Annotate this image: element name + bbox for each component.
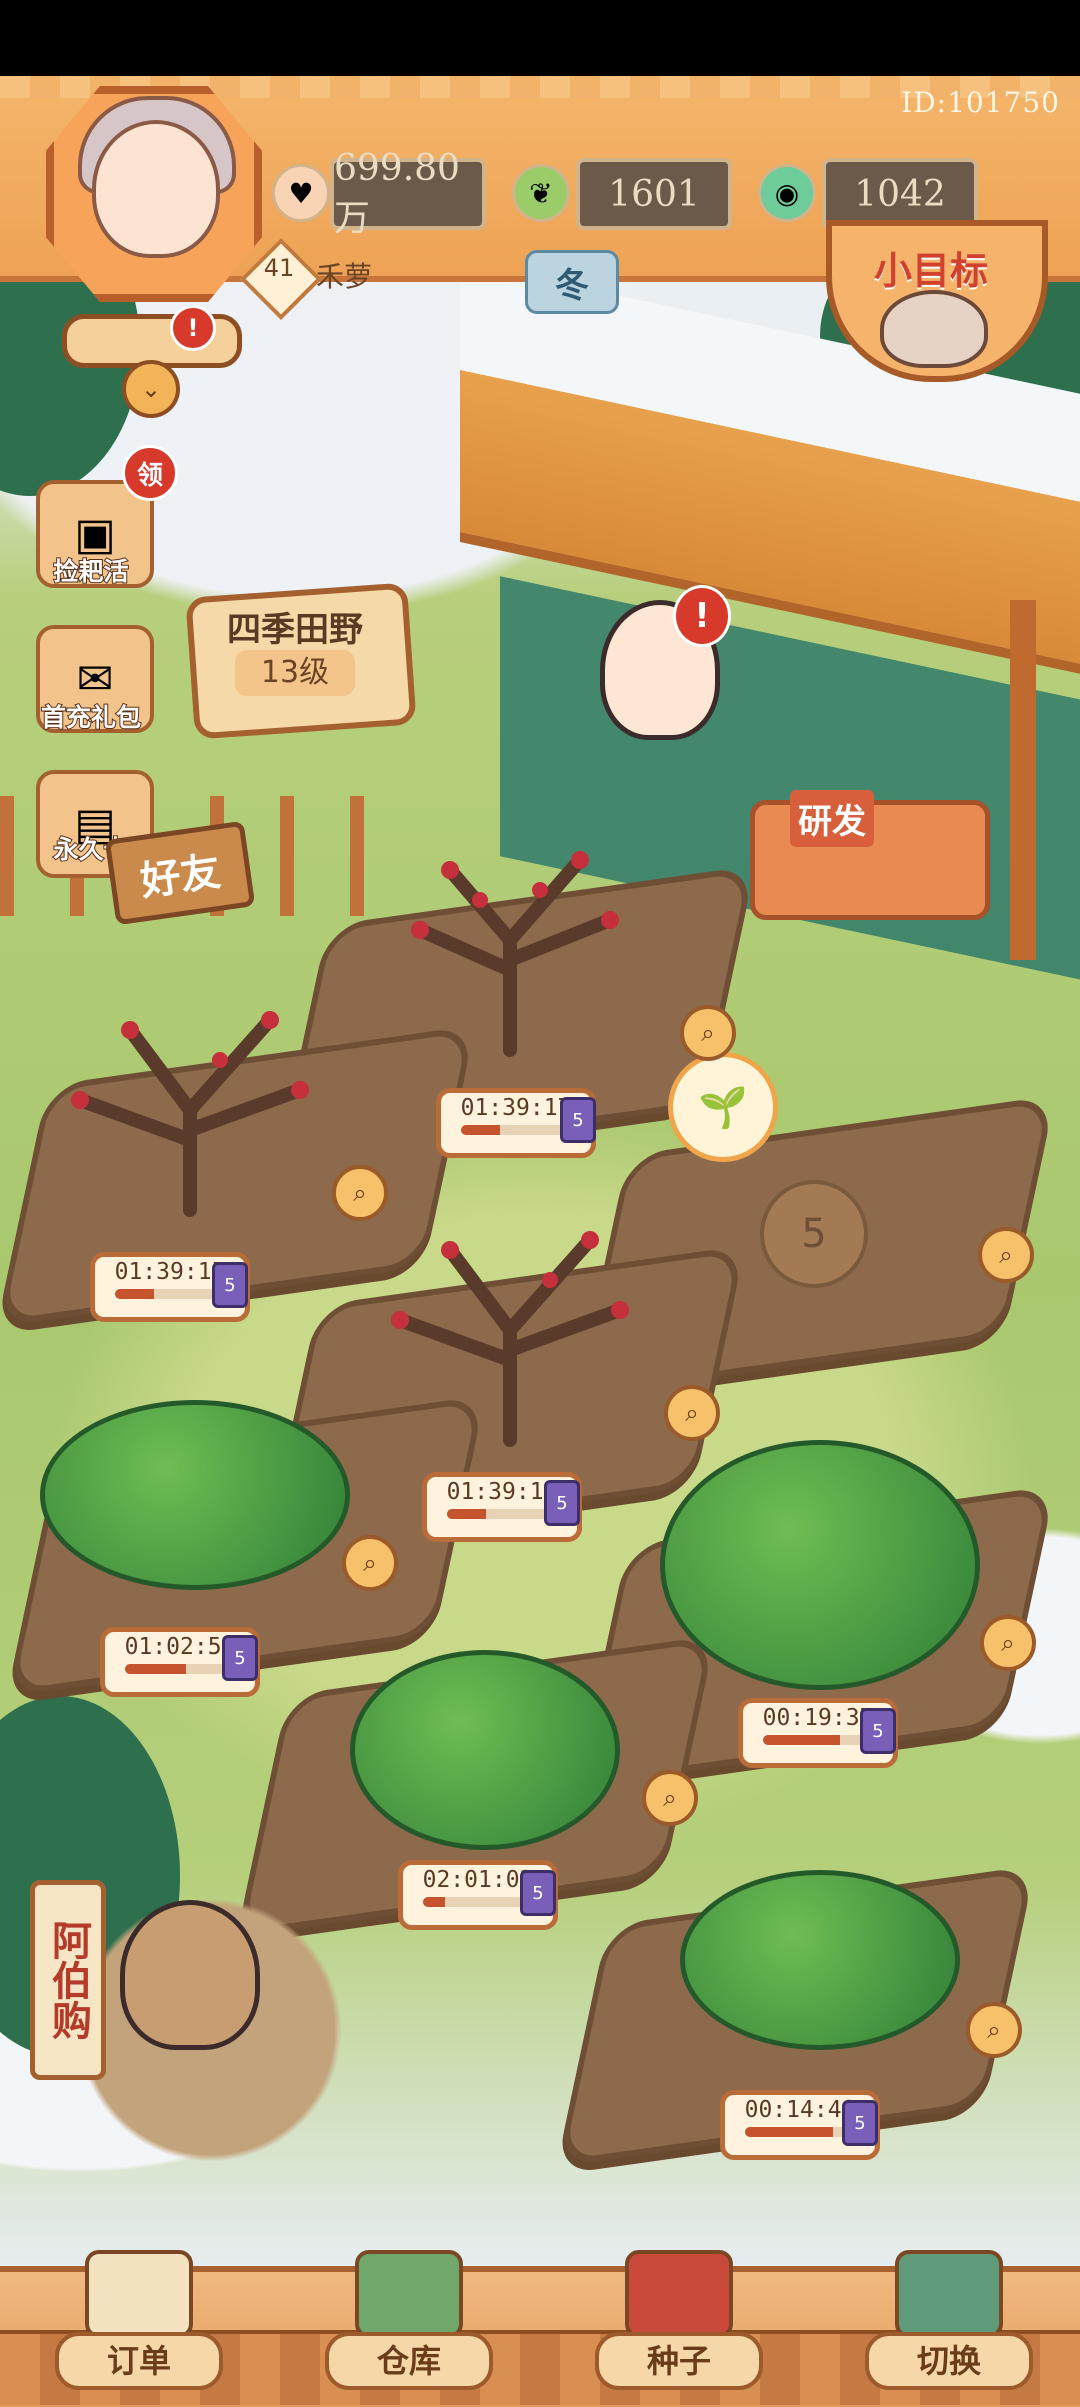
goal-label: 小目标 xyxy=(873,249,988,293)
map-pin-icon xyxy=(895,2250,1003,2338)
coin-icon: ♥ xyxy=(272,164,330,222)
timer-progress-fill xyxy=(461,1125,500,1135)
leaf-icon: ❦ xyxy=(512,164,570,222)
timer-progress-fill xyxy=(447,1509,486,1519)
speedup-tag[interactable]: 5 xyxy=(212,1262,248,1308)
nav-label: 种子 xyxy=(595,2332,763,2390)
speedup-tag[interactable]: 5 xyxy=(222,1635,258,1681)
flower-bush[interactable] xyxy=(350,1650,620,1850)
goal-mascot xyxy=(880,290,988,368)
timer-progress xyxy=(447,1509,557,1519)
seed-icon[interactable]: 🌱 xyxy=(668,1052,778,1162)
speedup-tag[interactable]: 5 xyxy=(560,1097,596,1143)
search-icon[interactable]: ⌕ xyxy=(680,1005,736,1061)
nav-orders[interactable]: 订单 xyxy=(45,2250,225,2401)
corn-plant[interactable] xyxy=(680,1870,960,2050)
empty-plot-number: 5 xyxy=(760,1180,868,1288)
shop-keeper[interactable] xyxy=(120,1900,260,2050)
leaves-value: 1601 xyxy=(576,158,732,230)
nav-label: 订单 xyxy=(55,2332,223,2390)
chevron-down-icon[interactable]: ⌄ xyxy=(122,360,180,418)
claim-badge: 领 xyxy=(122,445,178,501)
timer-progress xyxy=(745,2127,855,2137)
timer-progress-fill xyxy=(115,1289,154,1299)
level-number: 41 xyxy=(263,254,295,282)
timer-progress-fill xyxy=(745,2127,833,2137)
timer-progress-fill xyxy=(763,1735,840,1745)
field-name: 四季田野 xyxy=(227,610,363,650)
status-bar xyxy=(0,0,1080,76)
nav-label: 切换 xyxy=(865,2332,1033,2390)
search-icon[interactable]: ⌕ xyxy=(664,1385,720,1441)
flower-vine[interactable] xyxy=(40,1400,350,1590)
seed-book-icon xyxy=(625,2250,733,2338)
gem-icon: ◉ xyxy=(758,164,816,222)
timer-progress xyxy=(423,1897,533,1907)
tea-bush[interactable] xyxy=(660,1440,980,1690)
search-icon[interactable]: ⌕ xyxy=(978,1227,1034,1283)
timer-progress xyxy=(461,1125,571,1135)
search-icon[interactable]: ⌕ xyxy=(642,1770,698,1826)
nav-switch[interactable]: 切换 xyxy=(855,2250,1035,2401)
user-id: ID:101750 xyxy=(901,86,1060,119)
timer-progress xyxy=(125,1664,235,1674)
speedup-tag[interactable]: 5 xyxy=(544,1480,580,1526)
plum-tree[interactable] xyxy=(350,1210,650,1450)
warehouse-icon xyxy=(355,2250,463,2338)
player-name: 禾萝 xyxy=(316,260,373,293)
timer-progress-fill xyxy=(125,1664,186,1674)
timer-progress xyxy=(115,1289,225,1299)
research-label: 研发 xyxy=(790,790,874,847)
speedup-tag[interactable]: 5 xyxy=(520,1870,556,1916)
search-icon[interactable]: ⌕ xyxy=(332,1165,388,1221)
side-item-label: 捡耙活 xyxy=(52,556,129,587)
avatar[interactable] xyxy=(92,120,220,258)
plum-tree[interactable] xyxy=(360,820,660,1060)
speedup-tag[interactable]: 5 xyxy=(842,2100,878,2146)
side-item-label: 首充礼包 xyxy=(40,702,142,733)
alert-icon[interactable]: ! xyxy=(673,585,731,647)
nav-label: 仓库 xyxy=(325,2332,493,2390)
search-icon[interactable]: ⌕ xyxy=(342,1535,398,1591)
timer-progress-fill xyxy=(423,1897,445,1907)
search-icon[interactable]: ⌕ xyxy=(980,1615,1036,1671)
alert-icon: ! xyxy=(170,305,216,351)
season-tag[interactable]: 冬 xyxy=(525,250,619,314)
search-icon[interactable]: ⌕ xyxy=(966,2002,1022,2058)
nav-seeds[interactable]: 种子 xyxy=(585,2250,765,2401)
shop-sign[interactable]: 阿伯购 xyxy=(30,1880,106,2080)
coins-value: 699.80万 xyxy=(330,148,486,239)
timer-progress xyxy=(763,1735,873,1745)
speedup-tag[interactable]: 5 xyxy=(860,1708,896,1754)
shed-post xyxy=(1010,600,1036,960)
clipboard-icon xyxy=(85,2250,193,2338)
plum-tree[interactable] xyxy=(30,980,330,1220)
field-level: 13级 xyxy=(235,650,355,696)
nav-warehouse[interactable]: 仓库 xyxy=(315,2250,495,2401)
